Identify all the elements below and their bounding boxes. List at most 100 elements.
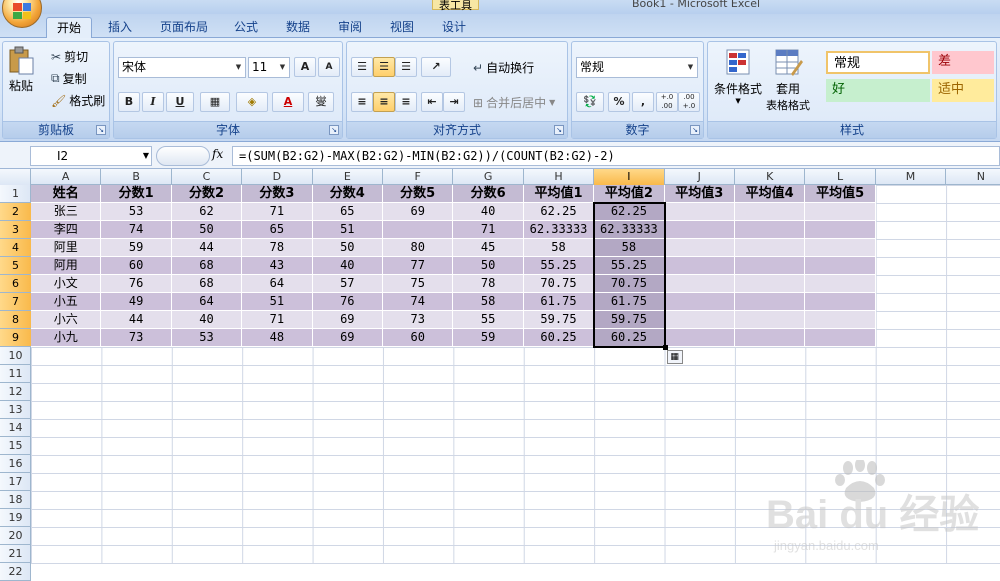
table-cell[interactable]: 77 [383,257,454,275]
column-header[interactable]: G [453,169,524,185]
table-cell[interactable]: 阿用 [31,257,102,275]
table-cell[interactable]: 59 [101,239,172,257]
row-header[interactable]: 20 [0,527,31,545]
table-cell[interactable]: 61.75 [594,293,665,311]
table-cell[interactable] [735,311,806,329]
table-cell[interactable]: 60.25 [523,329,595,347]
row-header[interactable]: 5 [0,257,31,275]
column-header[interactable]: M [876,169,947,185]
table-cell[interactable]: 45 [453,239,524,257]
table-cell[interactable]: 50 [171,221,243,239]
table-cell[interactable]: 62.33333 [523,221,595,239]
table-cell[interactable]: 69 [312,311,383,329]
header-cell[interactable]: 平均值3 [664,185,735,203]
table-cell[interactable]: 71 [242,203,313,221]
tab-review[interactable]: 审阅 [330,17,370,38]
table-cell[interactable] [805,203,876,221]
table-cell[interactable]: 58 [453,293,524,311]
table-cell[interactable] [805,257,876,275]
fill-color-button[interactable]: ◈ [236,92,268,112]
column-header[interactable]: B [101,169,172,185]
chevron-down-icon[interactable]: ▼ [232,58,245,77]
table-cell[interactable]: 44 [171,239,243,257]
table-cell[interactable]: 64 [171,293,243,311]
merge-center-button[interactable]: ⊞ 合并后居中 ▼ [473,94,555,111]
tab-view[interactable]: 视图 [382,17,422,38]
comma-button[interactable]: , [632,92,654,112]
table-cell[interactable] [805,221,876,239]
tab-page-layout[interactable]: 页面布局 [152,17,216,38]
table-cell[interactable] [664,257,735,275]
align-right-button[interactable]: ≡ [395,92,417,112]
style-normal[interactable]: 常规 [826,51,930,74]
table-cell[interactable]: 62 [171,203,243,221]
header-cell[interactable]: 分数3 [242,185,313,203]
column-header[interactable]: A [31,169,102,185]
clipboard-launcher-icon[interactable]: ↘ [96,125,106,135]
table-cell[interactable]: 59.75 [523,311,595,329]
chevron-down-icon[interactable]: ▼ [684,58,697,77]
row-header[interactable]: 11 [0,365,31,383]
row-header[interactable]: 10 [0,347,31,365]
table-cell[interactable]: 60.25 [594,329,665,347]
table-cell[interactable]: 李四 [31,221,102,239]
font-size-combo[interactable]: 11 ▼ [248,57,290,78]
row-header[interactable]: 9 [0,329,31,347]
table-cell[interactable]: 70.75 [594,275,665,293]
table-cell[interactable]: 阿里 [31,239,102,257]
table-cell[interactable] [735,221,806,239]
row-header[interactable]: 6 [0,275,31,293]
table-cell[interactable] [664,221,735,239]
name-box[interactable]: I2 ▼ [30,146,152,166]
copy-button[interactable]: ⧉ 复制 [51,70,87,87]
align-top-button[interactable]: ☰ [351,57,373,77]
table-cell[interactable]: 68 [171,275,243,293]
row-header[interactable]: 14 [0,419,31,437]
table-cell[interactable] [735,239,806,257]
format-as-table-button[interactable]: 套用 表格格式 [766,48,810,113]
header-cell[interactable]: 分数5 [383,185,454,203]
table-cell[interactable]: 小文 [31,275,102,293]
table-cell[interactable]: 71 [453,221,524,239]
table-cell[interactable]: 69 [383,203,454,221]
insert-function-icon[interactable]: fx [212,147,223,161]
table-cell[interactable]: 70.75 [523,275,595,293]
decrease-indent-button[interactable]: ⇤ [421,92,443,112]
column-header[interactable]: J [665,169,735,185]
number-format-combo[interactable]: 常规 ▼ [576,57,698,78]
phonetic-button[interactable]: 燮 [308,92,334,112]
header-cell[interactable]: 分数2 [171,185,243,203]
table-cell[interactable]: 73 [101,329,172,347]
grow-font-button[interactable]: A [294,57,316,77]
column-header[interactable]: F [383,169,454,185]
table-cell[interactable]: 张三 [31,203,102,221]
table-cell[interactable]: 58 [523,239,595,257]
underline-button[interactable]: U [166,92,194,112]
table-cell[interactable]: 69 [312,329,383,347]
table-cell[interactable] [805,329,876,347]
row-header[interactable]: 18 [0,491,31,509]
header-cell[interactable]: 分数6 [453,185,524,203]
shrink-font-button[interactable]: A [318,57,340,77]
column-header[interactable]: L [805,169,876,185]
row-header[interactable]: 8 [0,311,31,329]
increase-decimal-button[interactable]: +.0 .00 [656,92,678,112]
table-cell[interactable] [805,311,876,329]
row-header[interactable]: 12 [0,383,31,401]
table-cell[interactable]: 64 [242,275,313,293]
tab-data[interactable]: 数据 [278,17,318,38]
table-cell[interactable]: 55 [453,311,524,329]
formula-bar-handle[interactable] [156,146,210,166]
table-cell[interactable] [805,275,876,293]
table-cell[interactable]: 49 [101,293,172,311]
alignment-launcher-icon[interactable]: ↘ [554,125,564,135]
style-bad[interactable]: 差 [932,51,994,74]
table-cell[interactable]: 59.75 [594,311,665,329]
table-cell[interactable]: 57 [312,275,383,293]
table-cell[interactable]: 59 [453,329,524,347]
table-cell[interactable]: 71 [242,311,313,329]
header-cell[interactable]: 平均值1 [523,185,595,203]
table-cell[interactable]: 40 [312,257,383,275]
table-cell[interactable] [805,293,876,311]
table-cell[interactable]: 40 [171,311,243,329]
